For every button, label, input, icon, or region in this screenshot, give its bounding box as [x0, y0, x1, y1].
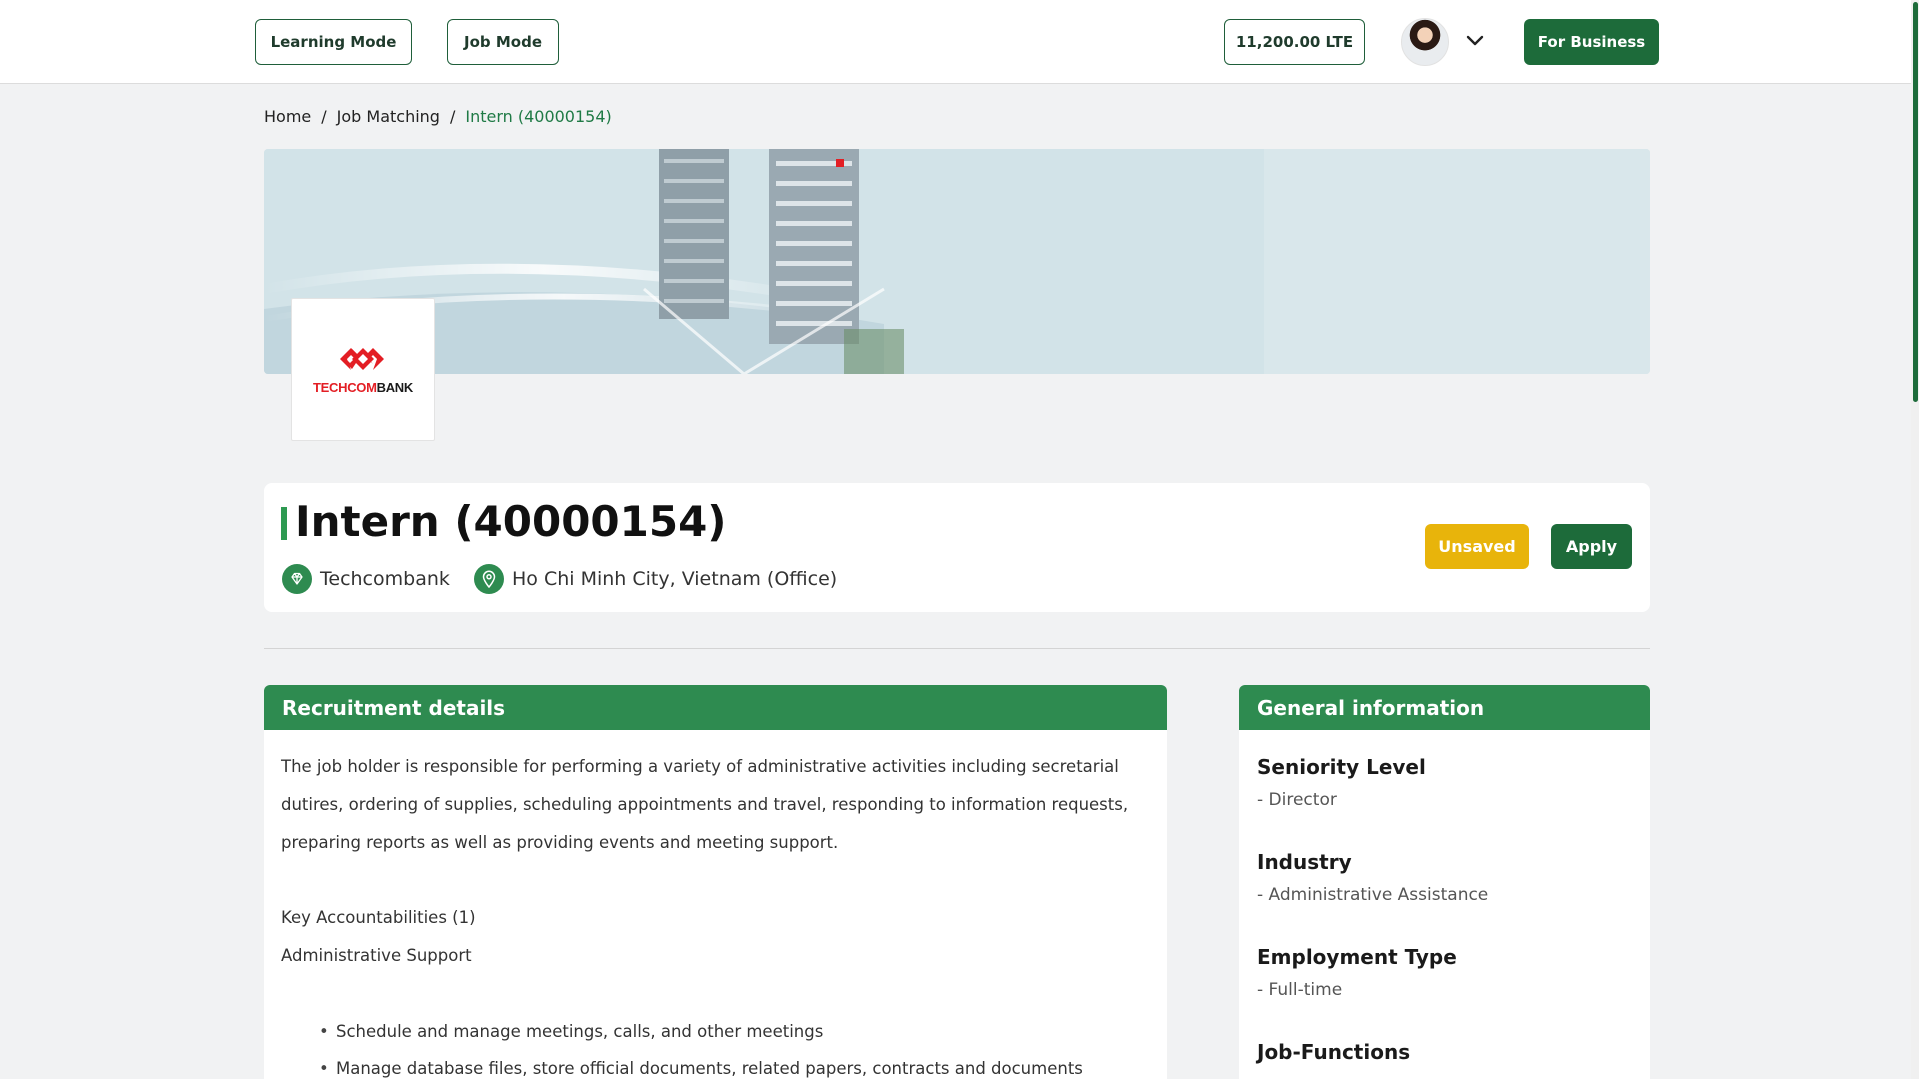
info-value: - Director: [1257, 790, 1337, 810]
location-text: Ho Chi Minh City, Vietnam (Office): [512, 568, 838, 590]
for-business-button[interactable]: For Business: [1524, 19, 1659, 65]
avatar[interactable]: [1401, 18, 1449, 66]
info-label: Employment Type: [1257, 945, 1457, 969]
section-title: Administrative Support: [281, 946, 472, 965]
general-information-panel: General information Seniority Level - Di…: [1239, 685, 1650, 1079]
location-pin-icon: [474, 564, 504, 594]
unsaved-button[interactable]: Unsaved: [1425, 524, 1529, 569]
company-logo: TECHCOMBANK: [291, 298, 435, 441]
section-divider: [264, 648, 1650, 649]
job-company: Techcombank: [282, 564, 450, 594]
company-logo-wordmark: TECHCOMBANK: [313, 380, 413, 395]
banner-image: [264, 149, 1650, 374]
learning-mode-button[interactable]: Learning Mode: [255, 19, 412, 65]
breadcrumb-separator: /: [449, 107, 456, 126]
info-employment-type: Employment Type - Full-time: [1257, 942, 1632, 1005]
info-industry: Industry - Administrative Assistance: [1257, 847, 1632, 910]
breadcrumb: Home / Job Matching / Intern (40000154): [264, 107, 612, 126]
company-banner: [264, 149, 1650, 374]
job-header-card: Intern (40000154) Techcombank Ho Chi Min…: [264, 483, 1650, 612]
info-label: Job-Functions: [1257, 1040, 1411, 1064]
recruitment-details-heading: Recruitment details: [264, 685, 1167, 730]
title-accent-bar: [281, 507, 287, 540]
info-seniority-level: Seniority Level - Director: [1257, 752, 1632, 815]
job-mode-button[interactable]: Job Mode: [447, 19, 559, 65]
info-label: Seniority Level: [1257, 755, 1426, 779]
info-value: - Full-time: [1257, 980, 1343, 1000]
company-name[interactable]: Techcombank: [320, 568, 450, 590]
top-navbar: Learning Mode Job Mode 11,200.00 LTE For…: [0, 0, 1919, 84]
info-job-functions: Job-Functions: [1257, 1037, 1632, 1067]
info-label: Industry: [1257, 850, 1352, 874]
breadcrumb-separator: /: [321, 107, 327, 126]
scrollbar-thumb[interactable]: [1913, 2, 1918, 402]
info-value: - Administrative Assistance: [1257, 885, 1489, 905]
diamond-icon: [282, 564, 312, 594]
job-location: Ho Chi Minh City, Vietnam (Office): [474, 564, 837, 594]
list-item: Manage database files, store official do…: [319, 1050, 1150, 1079]
breadcrumb-current: Intern (40000154): [465, 107, 612, 126]
recruitment-details-panel: Recruitment details The job holder is re…: [264, 685, 1167, 1079]
key-accountabilities: Key Accountabilities (1): [281, 908, 476, 927]
token-balance-button[interactable]: 11,200.00 LTE: [1224, 19, 1365, 65]
apply-button[interactable]: Apply: [1551, 524, 1632, 569]
page-title: Intern (40000154): [295, 497, 727, 546]
list-item: Schedule and manage meetings, calls, and…: [319, 1013, 1150, 1050]
general-information-heading: General information: [1239, 685, 1650, 730]
responsibility-list: Schedule and manage meetings, calls, and…: [281, 1013, 1150, 1079]
techcombank-logo-icon: [340, 348, 384, 370]
chevron-down-icon[interactable]: [1463, 28, 1487, 52]
job-description: The job holder is responsible for perfor…: [281, 757, 1129, 852]
breadcrumb-job-matching[interactable]: Job Matching: [337, 107, 440, 126]
breadcrumb-home[interactable]: Home: [264, 107, 311, 126]
